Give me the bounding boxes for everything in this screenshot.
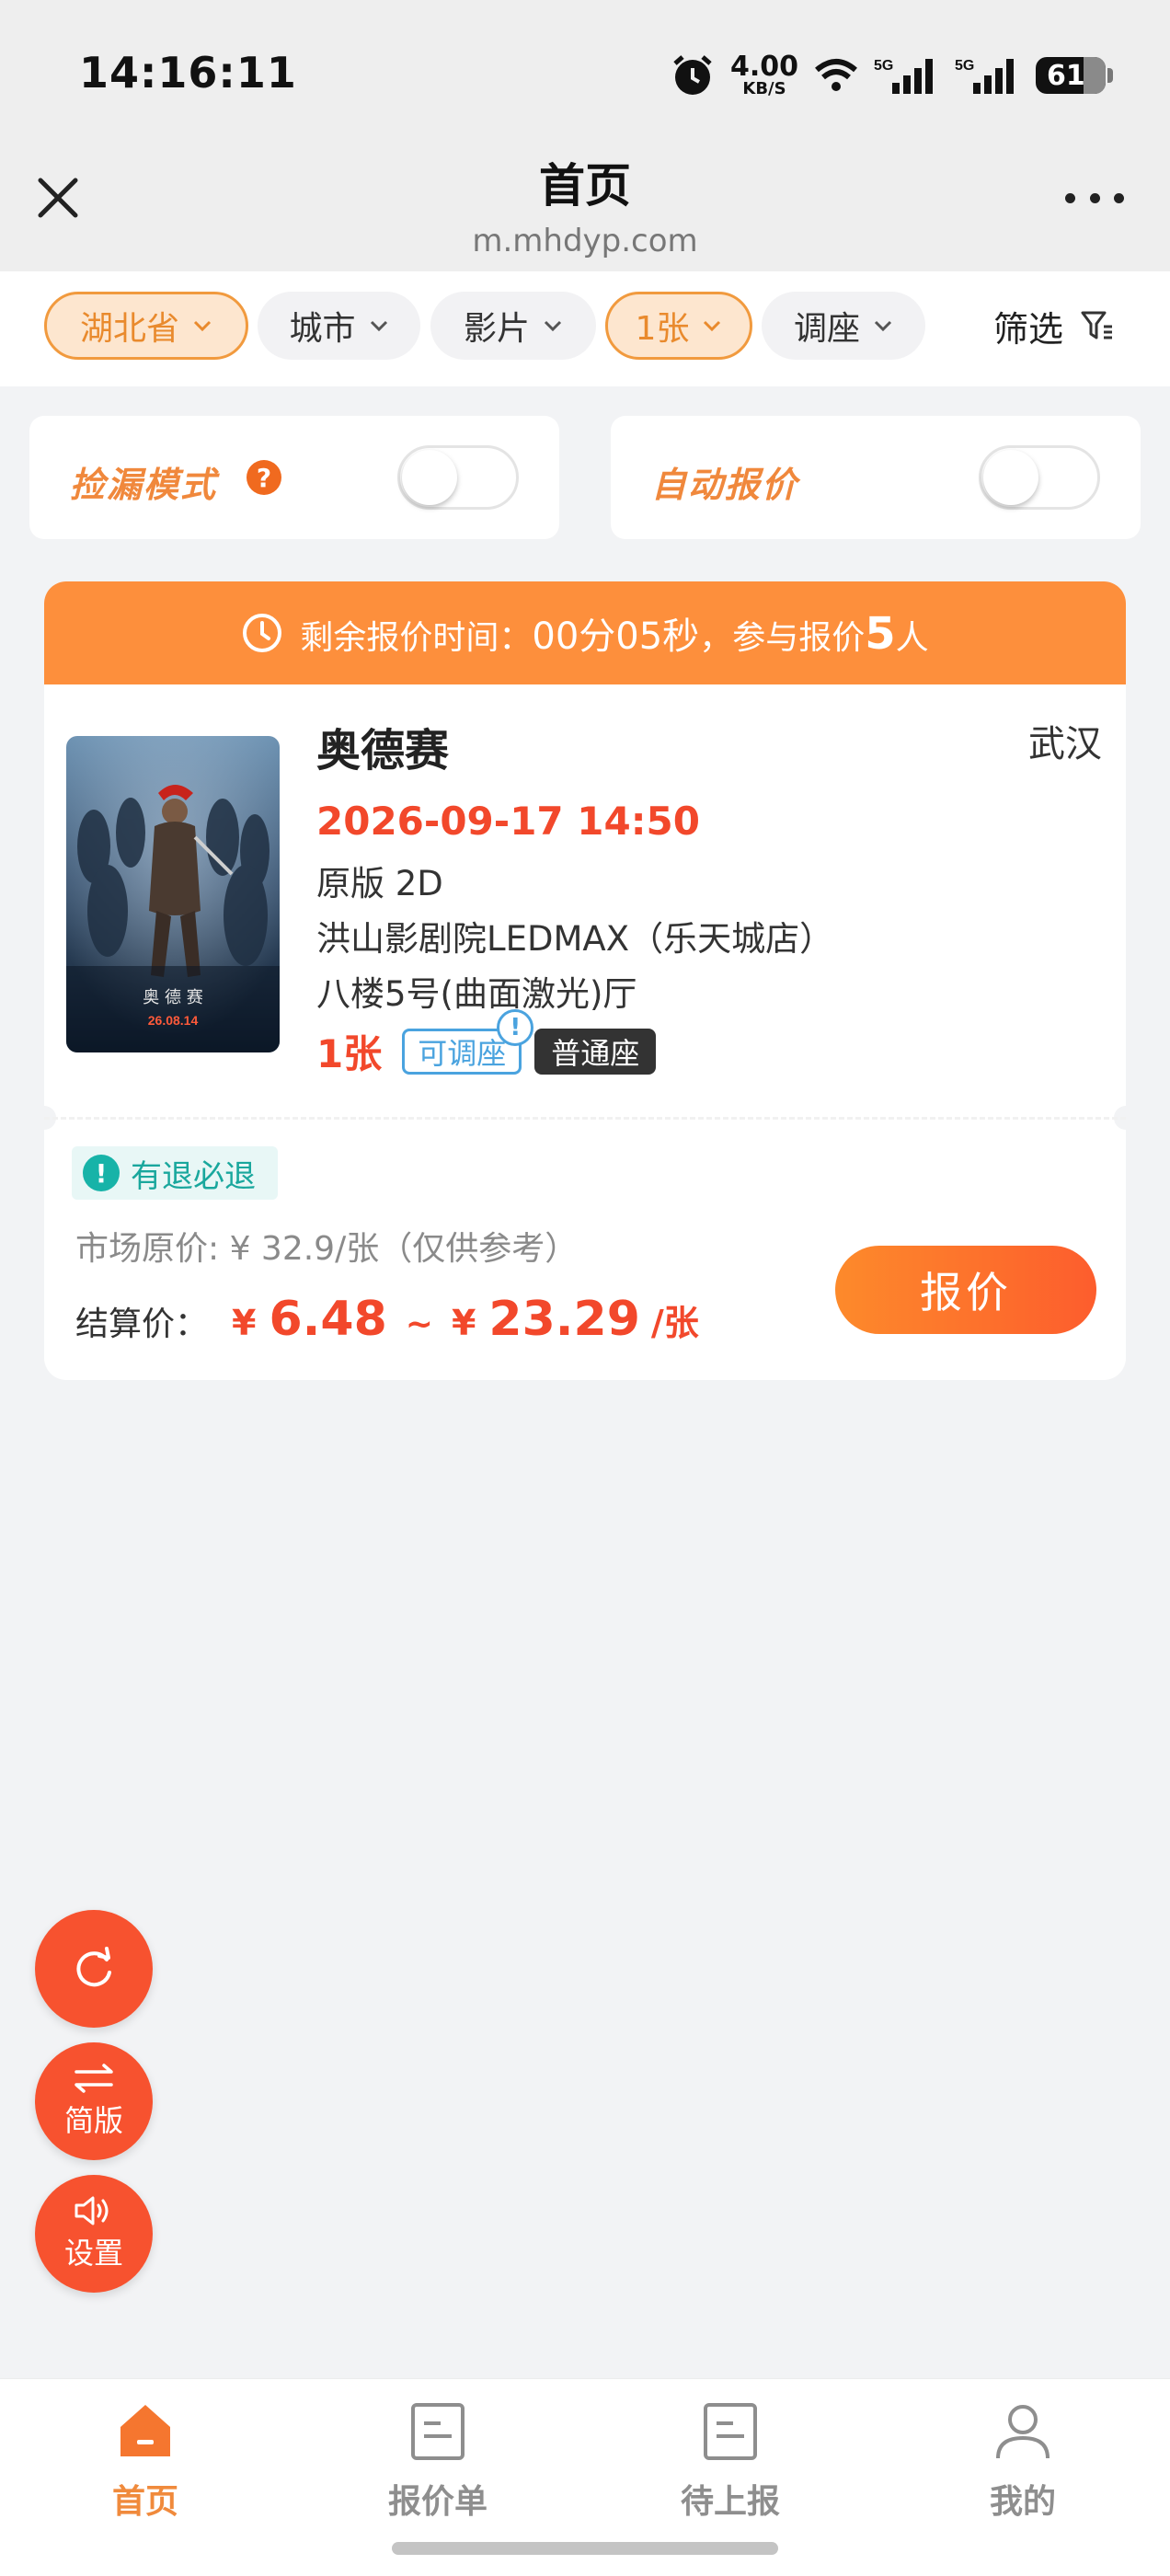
tag-adjustable: 可调座 ! <box>402 1008 534 1075</box>
chevron-down-icon <box>544 320 562 332</box>
title-block: 首页 m.mhdyp.com <box>0 147 1170 259</box>
movie-version: 原版 2D <box>316 864 443 903</box>
user-icon <box>996 2405 1050 2459</box>
countdown-banner: 剩余报价时间：00分05秒，参与报价5人 <box>44 581 1126 684</box>
ticket-quantity: 1张 <box>316 1031 383 1076</box>
ticket-tags: 1张 可调座 ! 普通座 <box>316 1008 657 1079</box>
page-url: m.mhdyp.com <box>472 223 698 259</box>
help-icon[interactable]: ? <box>247 460 281 495</box>
swap-icon <box>75 2064 113 2093</box>
filter-movie[interactable]: 影片 <box>430 292 596 360</box>
tab-quotes[interactable]: 报价单 <box>346 2399 530 2523</box>
refund-badge: ! 有退必退 <box>72 1146 278 1200</box>
tag-seat-type: 普通座 <box>534 1028 657 1075</box>
alarm-icon <box>673 55 712 95</box>
countdown-text: 剩余报价时间：00分05秒，参与报价5人 <box>300 608 929 660</box>
chevron-down-icon <box>370 320 387 332</box>
auto-quote-label: 自动报价 <box>651 465 799 505</box>
movie-poster: 奥 德 赛 26.08.14 <box>66 736 280 1052</box>
hall-name: 八楼5号(曲面激光)厅 <box>316 974 637 1014</box>
tab-home[interactable]: 首页 <box>53 2399 237 2523</box>
settlement-price: 结算价： ¥ 6.48 ~ ¥ 23.29 /张 <box>75 1292 699 1347</box>
svg-text:5G: 5G <box>955 58 974 74</box>
clock-icon <box>243 614 282 652</box>
home-icon <box>120 2405 170 2456</box>
show-time: 2026-09-17 14:50 <box>316 799 700 844</box>
battery-icon: 61 <box>1036 57 1113 94</box>
price-max: 23.29 <box>488 1292 640 1347</box>
document-icon <box>411 2403 465 2460</box>
document-icon <box>704 2403 757 2460</box>
pickup-mode-label: 捡漏模式 <box>70 465 218 505</box>
pickup-mode-card: 捡漏模式 ? <box>29 416 559 539</box>
movie-title: 奥德赛 <box>316 725 450 776</box>
svg-text:奥 德 赛: 奥 德 赛 <box>143 988 202 1007</box>
auto-quote-switch[interactable] <box>979 445 1100 510</box>
status-bar: 14:16:11 4.00 KB/S 5G 5G 61 <box>0 0 1170 147</box>
filter-tickets[interactable]: 1张 <box>605 292 752 360</box>
filter-city[interactable]: 城市 <box>258 292 420 360</box>
card-divider <box>44 1117 1126 1120</box>
filter-province[interactable]: 湖北省 <box>44 292 248 360</box>
status-icons: 4.00 KB/S 5G 5G 61 <box>670 48 1113 103</box>
tab-mine[interactable]: 我的 <box>931 2399 1115 2523</box>
browser-header: 首页 m.mhdyp.com <box>0 147 1170 271</box>
settings-button[interactable]: 设置 <box>35 2175 153 2293</box>
exclamation-icon: ! <box>83 1155 120 1191</box>
info-icon[interactable]: ! <box>497 1008 534 1046</box>
network-speed: 4.00 KB/S <box>729 51 798 98</box>
wifi-icon <box>815 59 857 91</box>
refresh-button[interactable] <box>35 1910 153 2028</box>
svg-text:5G: 5G <box>874 58 893 74</box>
funnel-icon <box>1081 311 1112 339</box>
home-indicator[interactable] <box>392 2542 778 2555</box>
auto-quote-card: 自动报价 <box>611 416 1141 539</box>
page-title: 首页 <box>539 159 631 213</box>
filter-button[interactable]: 筛选 <box>993 292 1115 360</box>
signal-5g-icon-2: 5G <box>955 58 1014 94</box>
tab-pending[interactable]: 待上报 <box>638 2399 822 2523</box>
chevron-down-icon <box>704 320 721 332</box>
cinema-name: 洪山影剧院LEDMAX（乐天城店） <box>316 919 834 959</box>
signal-5g-icon: 5G <box>874 58 933 94</box>
chevron-down-icon <box>193 320 212 332</box>
price-min: 6.48 <box>269 1292 387 1347</box>
filter-seat-adjust[interactable]: 调座 <box>762 292 925 360</box>
more-options-icon[interactable] <box>1065 184 1124 212</box>
chevron-down-icon <box>874 320 892 332</box>
status-time: 14:16:11 <box>79 48 297 98</box>
quote-button[interactable]: 报价 <box>835 1246 1096 1334</box>
market-price: 市场原价: ¥ 32.9/张（仅供参考） <box>75 1230 579 1268</box>
refresh-icon <box>76 1947 111 1987</box>
simple-mode-button[interactable]: 简版 <box>35 2042 153 2160</box>
order-card: 剩余报价时间：00分05秒，参与报价5人 奥 德 赛 26.08.14 奥德赛 … <box>44 581 1126 1380</box>
filter-bar: 湖北省 城市 影片 1张 调座 筛选 <box>0 271 1170 386</box>
svg-text:26.08.14: 26.08.14 <box>148 1013 199 1028</box>
speaker-icon <box>75 2196 109 2225</box>
pickup-mode-switch[interactable] <box>397 445 519 510</box>
city-label: 武汉 <box>1028 723 1102 765</box>
